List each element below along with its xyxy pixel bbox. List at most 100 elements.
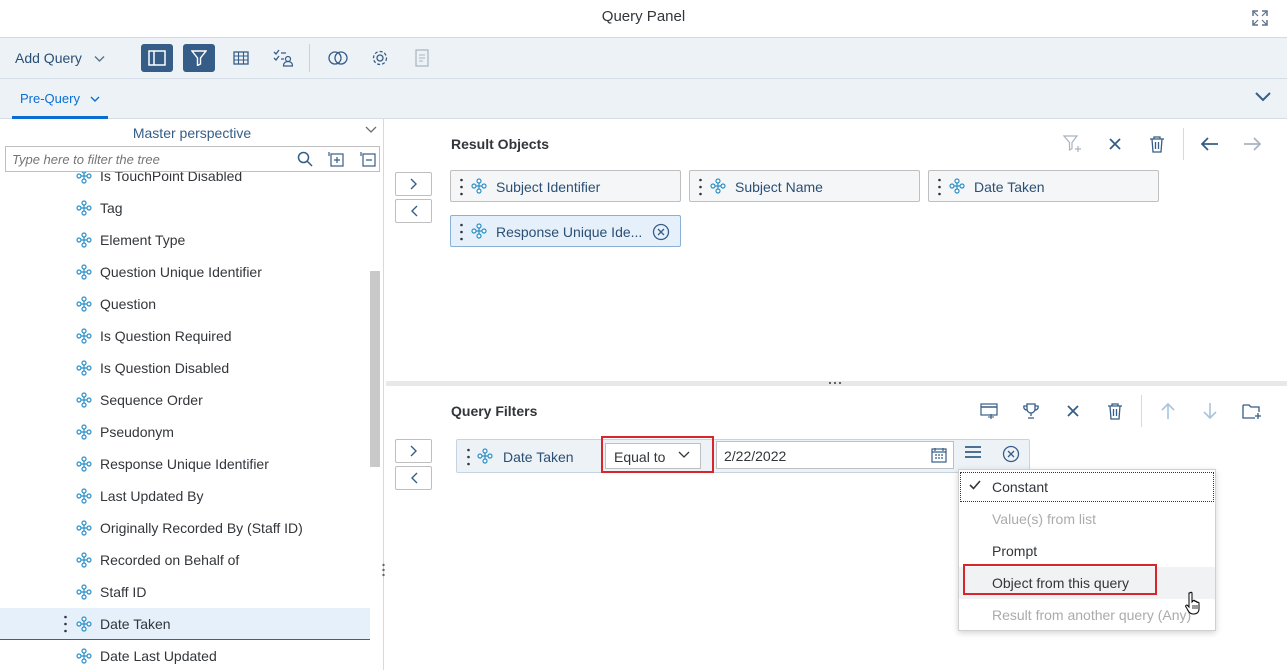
- operand-menu-icon[interactable]: [964, 445, 982, 459]
- arrow-left-icon: [1201, 137, 1218, 151]
- sql-viewer-button[interactable]: [406, 44, 438, 72]
- move-left-button[interactable]: [1199, 133, 1221, 155]
- perspective-label: Master perspective: [132, 125, 252, 141]
- dimension-icon: [76, 648, 92, 664]
- collapse-tree-icon[interactable]: [360, 151, 376, 167]
- drag-grip-icon[interactable]: [938, 178, 941, 196]
- move-up-button[interactable]: [1157, 400, 1179, 422]
- side-panel-icon: [148, 50, 166, 66]
- dimension-icon: [76, 520, 92, 536]
- tree-item[interactable]: Question Unique Identifier: [0, 256, 370, 288]
- result-object-chip[interactable]: Subject Name: [689, 170, 920, 202]
- tree-item[interactable]: Question: [0, 288, 370, 320]
- remove-object-button[interactable]: [1104, 133, 1126, 155]
- dimension-icon: [76, 200, 92, 216]
- add-query-button[interactable]: Add Query: [15, 50, 105, 66]
- query-definition-panel: Result Objects Subject Identifier Subjec…: [386, 119, 1287, 670]
- chip-label: Date Taken: [974, 179, 1045, 195]
- tree-item[interactable]: Recorded on Behalf of: [0, 544, 370, 576]
- tree-item-label: Is TouchPoint Disabled: [100, 172, 243, 184]
- add-to-results-button[interactable]: [395, 172, 432, 196]
- add-filter-button[interactable]: [1062, 133, 1084, 155]
- result-object-chip-selected[interactable]: Response Unique Ide...: [450, 215, 681, 247]
- settings-button[interactable]: [364, 44, 396, 72]
- tree-item[interactable]: Date Taken: [0, 608, 370, 640]
- checkmark-icon: [969, 480, 981, 490]
- date-value-input[interactable]: 2/22/2022: [716, 441, 954, 469]
- tree-item[interactable]: Sequence Order: [0, 384, 370, 416]
- add-to-filters-button[interactable]: [395, 439, 432, 463]
- tree-item[interactable]: Is Question Required: [0, 320, 370, 352]
- hand-cursor-icon: [1185, 591, 1200, 615]
- drag-grip-icon[interactable]: [699, 178, 702, 196]
- chevron-down-icon: [94, 56, 105, 62]
- dimension-icon: [76, 488, 92, 504]
- combined-query-button[interactable]: [322, 44, 354, 72]
- move-down-button[interactable]: [1199, 400, 1221, 422]
- tree-scrollbar[interactable]: [370, 271, 380, 467]
- add-subquery-button[interactable]: [978, 400, 1000, 422]
- tree-item[interactable]: Date Last Updated: [0, 640, 370, 670]
- result-object-chip[interactable]: Date Taken: [928, 170, 1159, 202]
- remove-circle-icon[interactable]: [1002, 445, 1020, 463]
- tree-item[interactable]: Is Question Disabled: [0, 352, 370, 384]
- perspective-select[interactable]: Master perspective: [0, 119, 384, 145]
- drag-grip-icon[interactable]: [460, 223, 463, 241]
- search-icon[interactable]: [297, 151, 313, 167]
- menu-item-constant[interactable]: Constant: [959, 471, 1215, 503]
- window-title: Query Panel: [601, 8, 686, 25]
- operator-highlight-box: [601, 436, 714, 473]
- tree-item-label: Response Unique Identifier: [100, 456, 269, 472]
- menu-item-label: Constant: [992, 479, 1049, 495]
- remove-all-filters-button[interactable]: [1104, 400, 1126, 422]
- tree-item-label: Recorded on Behalf of: [100, 552, 240, 568]
- tree-item[interactable]: Response Unique Identifier: [0, 448, 370, 480]
- close-icon: [1109, 138, 1121, 150]
- tree-item[interactable]: Staff ID: [0, 576, 370, 608]
- add-filter-group-button[interactable]: [1241, 400, 1263, 422]
- vertical-splitter-handle[interactable]: [382, 563, 385, 577]
- calendar-icon[interactable]: [931, 447, 947, 463]
- scope-button[interactable]: [267, 44, 299, 72]
- panel-toggle-button[interactable]: [141, 44, 173, 72]
- tree-filter-field[interactable]: [5, 146, 380, 172]
- result-object-chip[interactable]: Subject Identifier: [450, 170, 681, 202]
- remove-from-filters-button[interactable]: [395, 466, 432, 490]
- tree-item-label: Question Unique Identifier: [100, 264, 262, 280]
- remove-circle-icon[interactable]: [652, 223, 670, 241]
- expand-icon[interactable]: [1251, 9, 1269, 27]
- tree-item[interactable]: Is TouchPoint Disabled: [0, 172, 370, 192]
- splitter-handle-icon[interactable]: [828, 381, 842, 385]
- collapse-chevron-icon[interactable]: [1255, 91, 1271, 103]
- tree-item-label: Date Taken: [100, 615, 171, 632]
- tree-item-label: Tag: [100, 200, 123, 216]
- query-tab-bar: Pre-Query: [0, 79, 1287, 119]
- drag-grip-icon[interactable]: [460, 178, 463, 196]
- menu-item-label: Value(s) from list: [992, 511, 1096, 527]
- table-view-button[interactable]: [225, 44, 257, 72]
- expand-tree-icon[interactable]: [328, 151, 344, 167]
- document-icon: [415, 49, 429, 67]
- tree-item[interactable]: Pseudonym: [0, 416, 370, 448]
- chip-label: Response Unique Ide...: [496, 224, 643, 240]
- drag-grip-icon[interactable]: [64, 615, 67, 633]
- tree-filter-input[interactable]: [12, 150, 282, 168]
- add-query-label: Add Query: [15, 50, 82, 66]
- remove-all-objects-button[interactable]: [1146, 133, 1168, 155]
- remove-from-results-button[interactable]: [395, 199, 432, 223]
- add-ranking-button[interactable]: [1020, 400, 1042, 422]
- tree-item[interactable]: Element Type: [0, 224, 370, 256]
- remove-filter-button[interactable]: [1062, 400, 1084, 422]
- tree-item-label: Is Question Required: [100, 328, 232, 344]
- menu-item-prompt[interactable]: Prompt: [959, 535, 1215, 567]
- tree-item[interactable]: Tag: [0, 192, 370, 224]
- filter-toggle-button[interactable]: [183, 44, 215, 72]
- tab-pre-query[interactable]: Pre-Query: [12, 79, 108, 119]
- dimension-icon: [471, 223, 487, 239]
- chevron-down-icon[interactable]: [365, 125, 377, 135]
- tree-item[interactable]: Originally Recorded By (Staff ID): [0, 512, 370, 544]
- move-right-button[interactable]: [1241, 133, 1263, 155]
- tree-item[interactable]: Last Updated By: [0, 480, 370, 512]
- drag-grip-icon[interactable]: [467, 448, 470, 466]
- dimension-icon: [76, 296, 92, 312]
